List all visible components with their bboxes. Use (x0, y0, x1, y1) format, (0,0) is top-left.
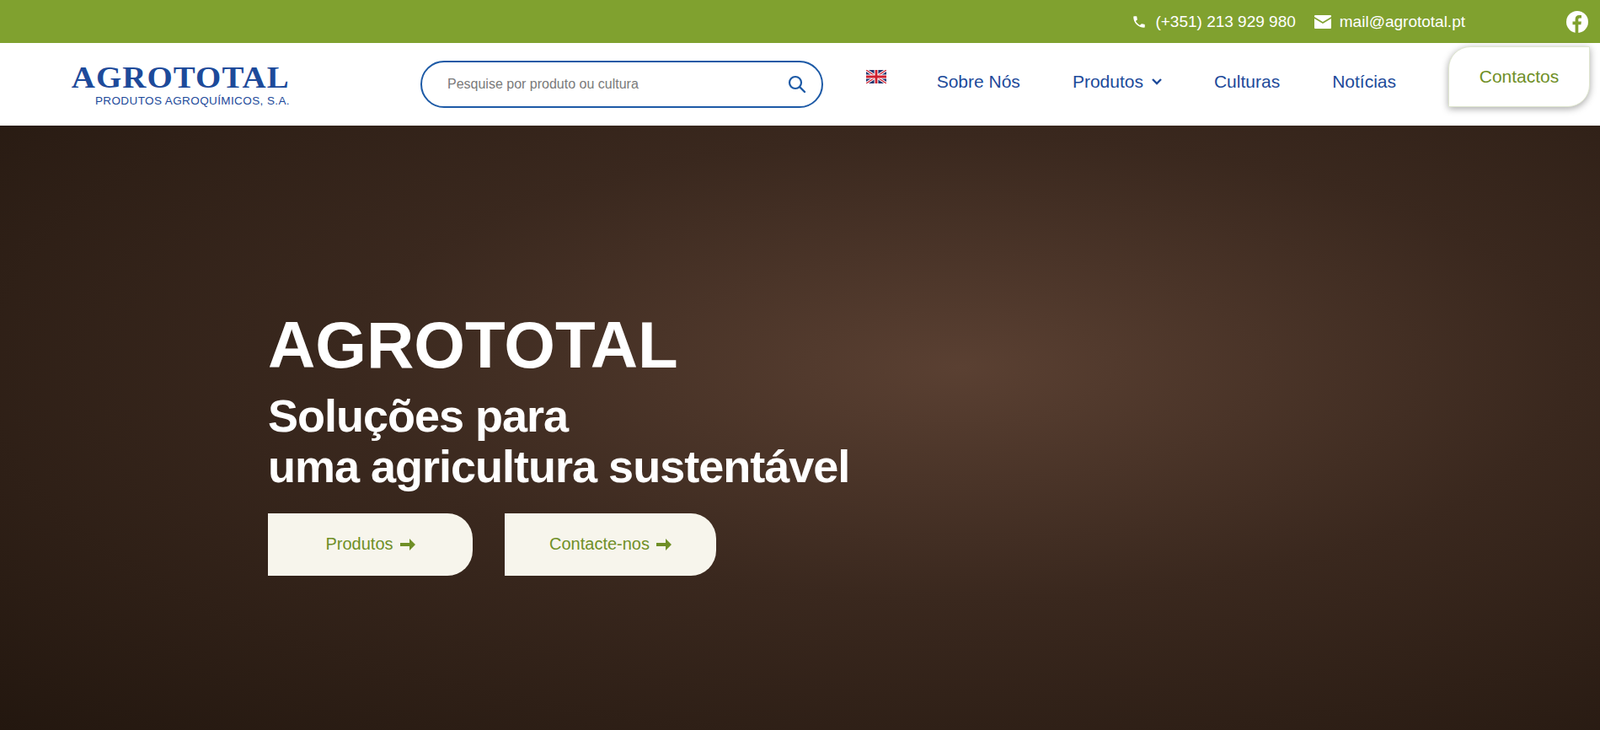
nav-link[interactable]: Culturas (1214, 66, 1280, 97)
search-input[interactable] (445, 75, 788, 93)
search-box (420, 60, 824, 108)
mail-icon (1314, 15, 1332, 29)
nav-label: Produtos (1072, 71, 1144, 92)
arrow-right-icon (400, 538, 416, 551)
nav-link[interactable]: Sobre Nós (936, 66, 1021, 97)
contacts-button[interactable]: Contactos (1448, 46, 1590, 108)
button-label: Produtos (325, 534, 393, 554)
site-header: AGROTOTALPRODUTOS AGROQUÍMICOS, S.A. Sobr… (0, 42, 1600, 126)
hero-subtitle: Soluções parauma agricultura sustentável (267, 390, 1600, 492)
main-nav: Sobre Nós Produtos Culturas Notícias Contact… (866, 42, 1590, 108)
phone-icon (1131, 14, 1147, 30)
top-bar: (+351) 213 929 980 mail@agrototal.pt (0, 0, 1600, 43)
nav-label: Notícias (1332, 71, 1397, 92)
nav-label: Culturas (1214, 71, 1280, 92)
hero-title: AGROTOTAL (267, 310, 1600, 380)
facebook-link[interactable] (1566, 10, 1589, 33)
hero-buttons: Produtos Contacte-nos (267, 513, 1600, 576)
nav-link[interactable]: Produtos (1072, 66, 1162, 97)
hero-button[interactable]: Contacte-nos (504, 513, 717, 576)
button-label: Contacte-nos (549, 534, 650, 554)
logo-subtitle: PRODUTOS AGROQUÍMICOS, S.A. (95, 94, 290, 108)
subtitle-line: uma agricultura sustentável (267, 440, 1600, 492)
uk-flag-icon (866, 69, 887, 84)
nav-link[interactable]: Notícias (1332, 66, 1397, 97)
nav-label: Sobre Nós (936, 71, 1021, 92)
arrow-right-icon (656, 538, 672, 551)
logo-name: AGROTOTAL (71, 62, 290, 93)
chevron-down-icon (1151, 78, 1162, 86)
search-icon (787, 74, 807, 94)
hero-button[interactable]: Produtos (267, 513, 473, 576)
language-switch[interactable] (866, 69, 887, 87)
email-link[interactable]: mail@agrototal.pt (1314, 12, 1466, 32)
email-address: mail@agrototal.pt (1339, 12, 1466, 32)
facebook-icon (1566, 10, 1589, 33)
phone-number: (+351) 213 929 980 (1155, 12, 1295, 32)
logo[interactable]: AGROTOTALPRODUTOS AGROQUÍMICOS, S.A. (8, 62, 290, 108)
phone-link[interactable]: (+351) 213 929 980 (1131, 12, 1295, 32)
hero-banner: AGROTOTAL Soluções parauma agricultura su… (0, 125, 1600, 730)
subtitle-line: Soluções para (267, 390, 1600, 441)
